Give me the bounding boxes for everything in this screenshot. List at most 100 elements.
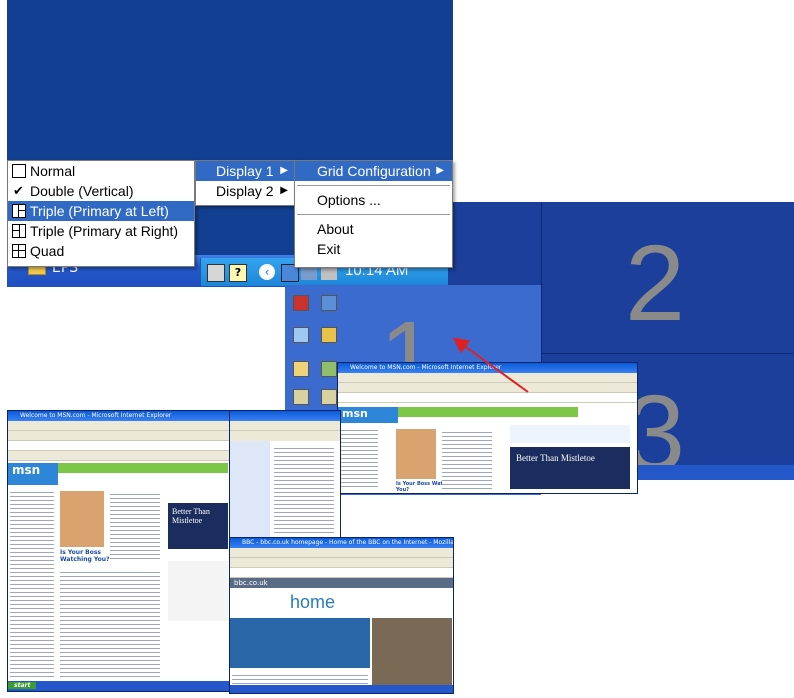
page-content: msn Is Your Boss Watching You? Better Th… [338, 403, 637, 493]
mail-window[interactable] [229, 410, 341, 540]
chevron-left-icon[interactable]: ‹ [259, 264, 275, 280]
menu-item-exit[interactable]: Exit [295, 239, 452, 259]
window-title: Welcome to MSN.com - Microsoft Internet … [338, 363, 637, 373]
address-bar[interactable] [338, 393, 637, 403]
help-icon[interactable]: ? [229, 264, 247, 282]
menu-item-triple-primary-right[interactable]: Triple (Primary at Right) [8, 221, 194, 241]
page-content: msn Is Your Boss Watching You? Better Th… [8, 461, 230, 691]
msn-header: msn [8, 463, 58, 485]
headline-text[interactable]: Is Your Boss Watching You? [60, 549, 112, 563]
page-content: bbc.co.uk home [230, 578, 453, 693]
browser-window-msn-left[interactable]: Welcome to MSN.com - Microsoft Internet … [7, 410, 231, 692]
documents-icon [293, 361, 309, 377]
main-context-menu: Grid Configuration ▶ Options ... About Ex… [294, 160, 453, 268]
start-bar: start [8, 681, 230, 691]
menu-bar [230, 548, 453, 558]
bbc-logo: bbc.co.uk [234, 579, 268, 587]
google-bar [8, 451, 230, 461]
msn-header: msn [338, 407, 398, 423]
headline-photo [60, 491, 104, 547]
mail-pane [230, 441, 340, 539]
window-title [230, 411, 340, 421]
menu-item-display-2[interactable]: Display 2 ▶ [196, 181, 296, 201]
browser-window-bbc[interactable]: BBC - bbc.co.uk homepage - Home of the B… [229, 537, 454, 694]
address-bar[interactable] [230, 568, 453, 578]
message-list [274, 445, 334, 535]
ad-banner[interactable]: Better Than Mistletoe [510, 447, 630, 489]
bbc-photo [372, 618, 452, 688]
menu-item-about[interactable]: About [295, 219, 452, 239]
nav-links [10, 489, 54, 679]
app-icon [321, 361, 337, 377]
folder-list [230, 441, 270, 539]
menu-item-grid-configuration[interactable]: Grid Configuration ▶ [295, 161, 452, 181]
ad-text: Better Than Mistletoe [172, 507, 210, 525]
bbc-taskbar [230, 685, 453, 693]
menu-item-label: Triple (Primary at Right) [30, 223, 179, 239]
menu-item-label: Exit [317, 241, 341, 257]
story-list [110, 491, 160, 561]
more-news [60, 569, 160, 679]
menu-item-label: Display 2 [216, 183, 274, 199]
msn-logo: msn [12, 463, 41, 477]
menu-item-quad[interactable]: Quad [8, 241, 194, 261]
menu-bar [8, 421, 230, 431]
nav-links [340, 427, 378, 489]
menu-separator [297, 214, 450, 215]
bbc-explore [230, 618, 370, 668]
doc-icon [321, 389, 337, 405]
menu-item-label: Normal [30, 163, 76, 179]
menu-item-label: About [317, 221, 354, 237]
start-button[interactable]: start [8, 682, 37, 689]
story-list [442, 429, 492, 489]
ad-banner[interactable]: Better Than Mistletoe [168, 503, 228, 549]
display-submenu: Display 1 ▶ Display 2 ▶ [195, 160, 297, 206]
example-icon [321, 295, 337, 311]
menu-item-label: Triple (Primary at Left) [30, 203, 169, 219]
menu-item-label: Display 1 [216, 163, 274, 179]
triple-left-grid-icon [12, 204, 26, 218]
single-pane-icon [12, 164, 26, 178]
submenu-arrow-icon: ▶ [436, 165, 444, 176]
search-bar [398, 407, 578, 417]
computer-icon [293, 327, 309, 343]
acrobat-icon [293, 389, 309, 405]
menu-item-double-vertical[interactable]: ✔ Double (Vertical) [8, 181, 194, 201]
msn-logo: msn [342, 407, 368, 420]
lotus-icon [321, 327, 337, 343]
bbc-home-banner: home [290, 592, 380, 614]
toolbar [8, 431, 230, 441]
toolbar [230, 558, 453, 568]
browser-window-msn-center[interactable]: Welcome to MSN.com - Microsoft Internet … [337, 362, 638, 494]
menu-item-options[interactable]: Options ... [295, 190, 452, 210]
menu-separator [297, 185, 450, 186]
menu-bar [338, 373, 637, 383]
promo-box [168, 561, 228, 621]
submenu-arrow-icon: ▶ [280, 165, 288, 176]
window-title: Welcome to MSN.com - Microsoft Internet … [8, 411, 230, 421]
menu-item-label: Double (Vertical) [30, 183, 134, 199]
acrobat-icon [293, 295, 309, 311]
triple-right-grid-icon [12, 224, 26, 238]
grid-divider-horizontal [541, 353, 794, 354]
submenu-arrow-icon: ▶ [280, 185, 288, 196]
menu-item-label: Grid Configuration [317, 163, 431, 179]
grid-configuration-submenu: Normal ✔ Double (Vertical) Triple (Primar… [7, 160, 195, 267]
keyboard-icon[interactable] [207, 264, 225, 282]
menu-item-display-1[interactable]: Display 1 ▶ [196, 161, 296, 181]
address-bar[interactable] [8, 441, 230, 451]
headline-photo [396, 429, 436, 479]
bbc-home-text: home [290, 592, 336, 612]
quad-grid-icon [12, 244, 26, 258]
toolbar [230, 421, 340, 431]
ad-text: Better Than Mistletoe [516, 453, 595, 463]
menu-item-normal[interactable]: Normal [8, 161, 194, 181]
menu-item-triple-primary-left[interactable]: Triple (Primary at Left) [8, 201, 194, 221]
search-bar [58, 463, 228, 473]
monitor-number-2: 2 [625, 222, 686, 343]
bbc-header: bbc.co.uk [230, 578, 453, 588]
window-title: BBC - bbc.co.uk homepage - Home of the B… [230, 538, 453, 548]
menu-item-label: Options ... [317, 192, 381, 208]
checkmark-icon: ✔ [13, 183, 24, 198]
menu-item-label: Quad [30, 243, 65, 259]
